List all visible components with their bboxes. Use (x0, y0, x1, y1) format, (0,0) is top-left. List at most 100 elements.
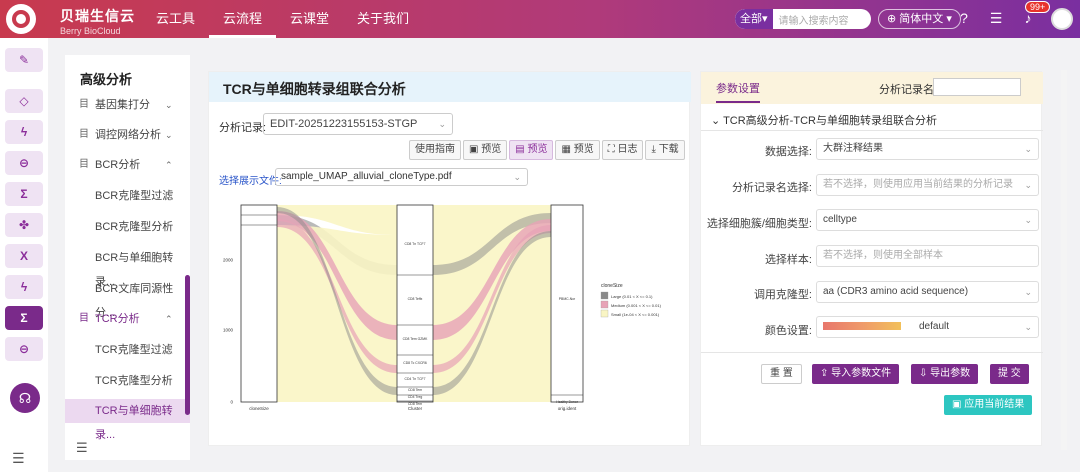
record-label: 分析记录: (219, 122, 267, 134)
record-value: EDIT-20251223155153-STGP (270, 118, 418, 130)
page-scrollbar[interactable] (1061, 70, 1067, 450)
download-button[interactable]: ⤓ 下载 (645, 140, 685, 160)
main-header: TCR与单细胞转录组联合分析 (209, 72, 691, 102)
globe-icon: ⊕ (887, 13, 897, 25)
pdf-preview-button[interactable]: ▤ 预览 (509, 140, 554, 160)
button-label: 导入参数文件 (831, 368, 892, 379)
sidebar-item-label: BCR克隆型分析 (95, 221, 174, 233)
sidebar-scrollbar[interactable] (185, 275, 190, 415)
sidebar-item-bcr-sc[interactable]: BCR与单细胞转录... (65, 246, 190, 288)
sidebar-item-bcr-filter[interactable]: BCR克隆型过滤 (65, 184, 190, 208)
button-label: 日志 (617, 144, 638, 155)
rail-tag-icon[interactable]: ◇ (5, 89, 43, 113)
nav-cloud-tools[interactable]: 云工具 (142, 0, 209, 38)
search-box[interactable]: 全部▾ 请输入搜索内容 (735, 9, 871, 29)
sidebar-item-tcr[interactable]: 目 TCR分析 ⌃ (65, 307, 190, 331)
tab-params[interactable]: 参数设置 (716, 80, 760, 103)
cluster-label: CD8 Tem GZMK (403, 337, 429, 341)
brand-logo-icon[interactable] (6, 4, 36, 34)
cluster-label: CD8 Tem (408, 388, 422, 392)
file-select[interactable]: sample_UMAP_alluvial_cloneType.pdf ⌄ (275, 168, 528, 186)
button-label: 导出参数 (930, 368, 971, 379)
chevron-up-icon: ⌃ (165, 160, 173, 170)
chevron-up-icon: ⌃ (165, 314, 173, 324)
field-label: 颜色设置: (764, 325, 812, 337)
sidebar-item-network[interactable]: 目调控网络分析 ⌄ (65, 123, 190, 147)
sidebar-item-tcr-analysis[interactable]: TCR克隆型分析 (65, 369, 190, 393)
chevron-down-icon: ⌄ (1024, 180, 1032, 190)
rail-dna2-icon[interactable]: ϟ (5, 275, 43, 299)
brand[interactable]: 贝瑞生信云 Berry BioCloud (60, 6, 135, 36)
record-name-label: 分析记录名: (879, 84, 938, 96)
rail-helix-icon[interactable]: Σ (5, 182, 43, 206)
rail-helix2-icon[interactable]: X (5, 244, 43, 268)
button-label: 预览 (527, 144, 548, 155)
color-gradient-swatch (823, 322, 901, 331)
sidebar-item-bcr-analysis[interactable]: BCR克隆型分析 (65, 215, 190, 239)
submit-button[interactable]: 提 交 (990, 364, 1029, 384)
chevron-down-icon: ⌄ (513, 172, 521, 182)
avatar[interactable] (1051, 8, 1073, 30)
field-label: 数据选择: (764, 146, 812, 158)
params-section[interactable]: ⌄ TCR高级分析-TCR与单细胞转录组联合分析 (711, 112, 937, 128)
export-params-button[interactable]: ⇩ 导出参数 (911, 364, 979, 384)
data-select[interactable]: 大群注释结果 ⌄ (816, 138, 1039, 160)
chevron-down-icon: ⌄ (165, 100, 173, 110)
record-name-input[interactable] (933, 78, 1021, 96)
button-label: 下载 (658, 144, 679, 155)
search-scope-select[interactable]: 全部▾ (735, 9, 773, 29)
collapse-icon[interactable]: ☰ (76, 440, 88, 456)
rail-circle-icon[interactable]: ⊖ (5, 151, 43, 175)
rail-circle2-icon[interactable]: ⊖ (5, 337, 43, 361)
rail-dna-icon[interactable]: ϟ (5, 120, 43, 144)
language-select[interactable]: ⊕ 简体中文 ▾ (878, 9, 961, 29)
color-select[interactable]: default ⌄ (816, 316, 1039, 338)
upload-icon: ⇪ (820, 368, 832, 379)
sample-label: Healthy Donor (556, 400, 579, 404)
nav-cloud-pipeline[interactable]: 云流程 (209, 0, 277, 38)
legend-swatch (600, 291, 609, 300)
menu-icon[interactable]: ☰ (12, 450, 25, 467)
apply-result-button[interactable]: ▣ 应用当前结果 (944, 395, 1033, 415)
guide-button[interactable]: 使用指南 (409, 140, 461, 160)
record-select[interactable]: EDIT-20251223155153-STGP ⌄ (263, 113, 453, 135)
file-icon: ▤ (515, 144, 528, 155)
cluster-label: CD8 Teffx (408, 297, 423, 301)
stratum-cloneSize (240, 204, 278, 403)
sidebar-item-bcr-library[interactable]: BCR文库同源性分... (65, 277, 190, 319)
field-value: aa (CDR3 amino acid sequence) (823, 286, 969, 297)
rail-helix-active-icon[interactable]: Σ (5, 306, 43, 330)
chevron-down-icon: ⌄ (711, 115, 724, 127)
sidebar-title: 高级分析 (80, 72, 133, 87)
sidebar-item-gene-set[interactable]: 目基因集打分 ⌄ (65, 93, 190, 117)
search-input[interactable]: 请输入搜索内容 (773, 12, 849, 27)
file-value: sample_UMAP_alluvial_cloneType.pdf (281, 171, 452, 182)
list-icon[interactable]: ☰ (987, 9, 1005, 27)
rail-cluster-icon[interactable]: ✤ (5, 213, 43, 237)
log-button[interactable]: ⛶ 日志 (601, 140, 644, 160)
clonotype-select[interactable]: aa (CDR3 amino acid sequence) ⌄ (816, 281, 1039, 303)
headset-icon[interactable]: ☊ (10, 383, 40, 413)
field-label: 选择样本: (764, 254, 812, 266)
sidebar-item-tcr-filter[interactable]: TCR克隆型过滤 (65, 338, 190, 362)
nav-cloud-class[interactable]: 云课堂 (276, 0, 343, 38)
image-preview-button[interactable]: ▣ 预览 (463, 140, 508, 160)
help-icon[interactable]: ? (955, 9, 973, 27)
folder-icon: 目 (79, 313, 89, 324)
y-tick-label: 0 (230, 400, 233, 405)
sample-select[interactable]: 若不选择，则使用全部样本 (816, 245, 1039, 267)
celltype-select[interactable]: celltype ⌄ (816, 209, 1039, 231)
import-params-button[interactable]: ⇪ 导入参数文件 (812, 364, 900, 384)
chevron-down-icon: ⌄ (1024, 322, 1032, 332)
legend-swatch (600, 309, 609, 318)
sidebar-item-label: TCR克隆型过滤 (95, 344, 173, 356)
sidebar-item-tcr-sc[interactable]: TCR与单细胞转录... (65, 399, 190, 441)
nav-about[interactable]: 关于我们 (343, 0, 423, 38)
sample-label: PBMC-Nor (559, 297, 576, 301)
table-preview-button[interactable]: ▦ 预览 (555, 140, 600, 160)
rail-wrench-icon[interactable]: ✎ (5, 48, 43, 72)
reset-button[interactable]: 重 置 (761, 364, 802, 384)
sidebar-item-bcr[interactable]: 目 BCR分析 ⌃ (65, 153, 190, 177)
legend-label: Large (0.01 < X <= 0.1) (611, 294, 653, 299)
record-name-select[interactable]: 若不选择，则使用应用当前结果的分析记录 ⌄ (816, 174, 1039, 196)
